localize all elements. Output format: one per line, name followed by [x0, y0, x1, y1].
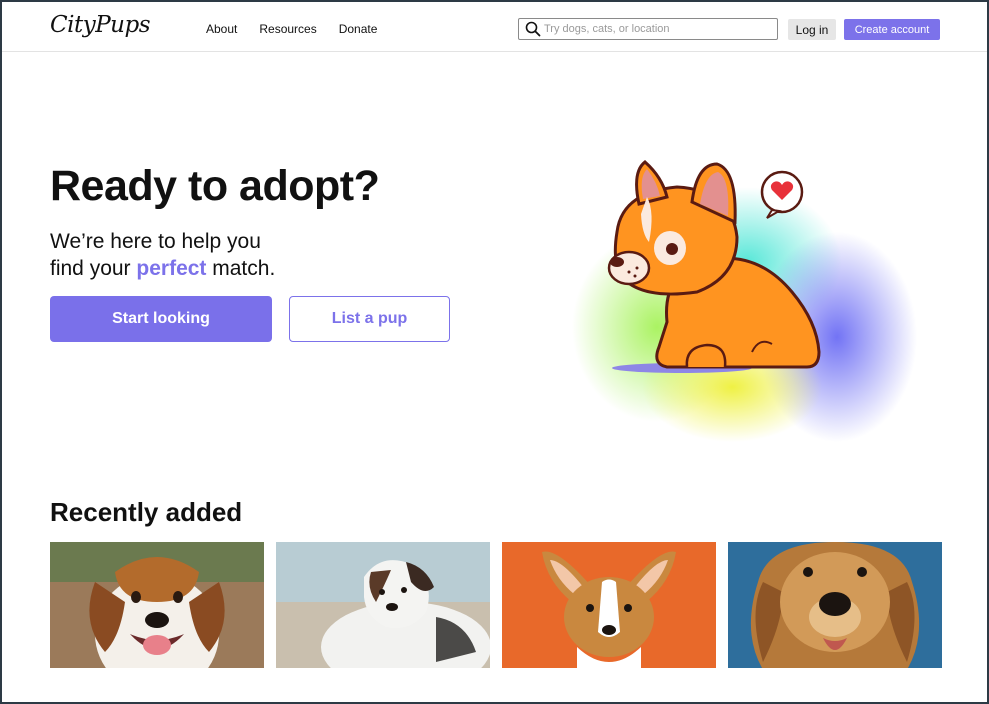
recent-cards — [50, 542, 942, 668]
nav-link-resources[interactable]: Resources — [259, 22, 316, 36]
hero-dog-illustration — [567, 152, 917, 452]
hero-title: Ready to adopt? — [50, 162, 380, 210]
login-button[interactable]: Log in — [788, 19, 836, 40]
site-logo[interactable]: CityPups — [50, 12, 151, 38]
main-nav: About Resources Donate — [206, 22, 377, 36]
australian-shepherd-photo — [276, 542, 490, 668]
start-looking-button[interactable]: Start looking — [50, 296, 272, 342]
hero-subtitle-line2: find your perfect match. — [50, 255, 275, 282]
golden-retriever-photo — [728, 542, 942, 668]
nav-link-donate[interactable]: Donate — [339, 22, 378, 36]
pet-card-beagle[interactable] — [50, 542, 264, 668]
beagle-photo — [50, 542, 264, 668]
pet-card-golden-retriever[interactable] — [728, 542, 942, 668]
page-frame: CityPups About Resources Donate Log in C… — [0, 0, 989, 704]
hero-subtitle-before: find your — [50, 257, 137, 280]
search-input[interactable] — [544, 23, 769, 35]
corgi-photo — [502, 542, 716, 668]
list-a-pup-button[interactable]: List a pup — [289, 296, 450, 342]
hero-subtitle-after: match. — [206, 257, 276, 280]
pet-card-australian-shepherd[interactable] — [276, 542, 490, 668]
nav-link-about[interactable]: About — [206, 22, 237, 36]
hero-subtitle: We’re here to help you find your perfect… — [50, 228, 275, 282]
pet-card-corgi[interactable] — [502, 542, 716, 668]
recently-added-title: Recently added — [50, 497, 243, 527]
top-nav-bar: CityPups About Resources Donate Log in C… — [2, 2, 987, 52]
search-box[interactable] — [518, 18, 778, 40]
hero-subtitle-line1: We’re here to help you — [50, 230, 261, 253]
search-icon — [522, 19, 544, 39]
create-account-button[interactable]: Create account — [844, 19, 940, 40]
hero-subtitle-accent: perfect — [136, 257, 207, 280]
